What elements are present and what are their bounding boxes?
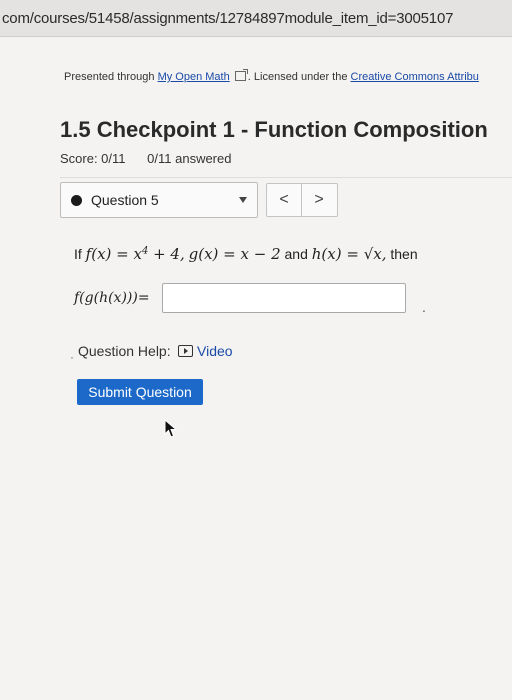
answer-prompt: f(g(h(x)))= <box>74 290 150 306</box>
mouse-pointer-icon <box>164 419 178 438</box>
presented-prefix: Presented through <box>64 71 155 83</box>
score-line: Score: 0/11 0/11 answered <box>60 151 231 166</box>
question-nav: < > <box>266 183 338 217</box>
problem-and: and <box>284 246 308 262</box>
next-question-button[interactable]: > <box>302 184 336 216</box>
page-content: Presented through My Open Math . License… <box>0 37 512 700</box>
licensed-text: . Licensed under the <box>247 71 348 83</box>
video-help-link[interactable]: Video <box>178 343 233 359</box>
help-bullet: · <box>70 350 74 364</box>
question-select[interactable]: Question 5 <box>60 182 258 218</box>
f-definition-tail: + 4, <box>148 245 185 263</box>
url-text[interactable]: com/courses/51458/assignments/12784897mo… <box>2 10 453 27</box>
problem-statement: If f(x) = x4 + 4, g(x) = x − 2 and h(x) … <box>74 245 418 263</box>
answer-input[interactable] <box>162 283 406 313</box>
external-link-icon <box>234 69 248 81</box>
problem-if: If <box>74 246 82 262</box>
page-title: 1.5 Checkpoint 1 - Function Composition <box>60 117 488 142</box>
question-help-label: Question Help: <box>78 343 171 359</box>
presented-through-line: Presented through My Open Math . License… <box>64 69 479 83</box>
answer-period: . <box>422 299 426 315</box>
caret-down-icon <box>239 197 247 203</box>
my-open-math-link[interactable]: My Open Math <box>158 71 230 83</box>
creative-commons-link[interactable]: Creative Commons Attribu <box>351 71 479 83</box>
video-link-label: Video <box>197 343 233 359</box>
g-definition: g(x) = x − 2 <box>188 245 281 263</box>
problem-then: then <box>390 246 418 262</box>
score-value: Score: 0/11 <box>60 151 126 166</box>
question-select-label: Question 5 <box>91 192 159 208</box>
answered-count: 0/11 answered <box>147 151 232 166</box>
submit-question-button[interactable]: Submit Question <box>77 379 203 405</box>
video-play-icon <box>178 345 193 357</box>
previous-question-button[interactable]: < <box>267 184 302 216</box>
browser-url-bar[interactable]: com/courses/51458/assignments/12784897mo… <box>0 0 512 37</box>
f-definition: f(x) = x <box>85 245 142 263</box>
h-definition: h(x) = √x, <box>311 245 387 263</box>
divider <box>60 177 512 178</box>
question-status-dot-icon <box>71 195 82 206</box>
